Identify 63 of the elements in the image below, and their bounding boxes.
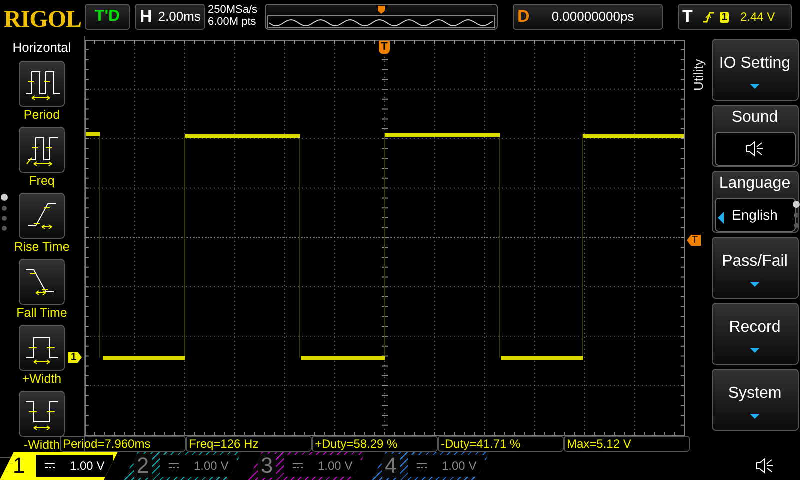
delay-value: 0.00000000ps (552, 8, 634, 26)
down-arrow-icon (750, 414, 760, 418)
down-arrow-icon (750, 84, 760, 88)
dc-coupling-icon (416, 462, 428, 470)
speaker-icon[interactable] (756, 458, 774, 474)
channel-marker: 1 (68, 352, 82, 363)
channel-scale: 1.00 V (442, 458, 477, 475)
trigger-level: 2.44 V (740, 9, 776, 26)
menu-label: Period (24, 106, 60, 122)
menu-button[interactable]: Sound (712, 105, 798, 167)
trigger-label: T (682, 6, 694, 28)
speaker-icon (746, 141, 764, 157)
left-arrow-icon (718, 212, 724, 224)
measurement-readout: +Duty=58.29 % (312, 436, 438, 452)
measurement-readout: Freq=126 Hz (186, 436, 312, 452)
channel-number: 3 (258, 454, 276, 478)
menu-label: Fall Time (16, 304, 68, 320)
menu-button[interactable]: IO Setting (712, 39, 798, 101)
sample-rate: 250MSa/s (208, 4, 258, 16)
channel-tab[interactable]: 3 1.00 V (248, 452, 366, 480)
menu-button[interactable] (19, 60, 65, 106)
delay-label: D (516, 6, 531, 28)
channel-scale: 1.00 V (194, 458, 229, 475)
trigger-position-marker: T (379, 41, 390, 54)
dc-coupling-icon (44, 462, 56, 470)
measurement-readout: Max=5.12 V (564, 436, 690, 452)
channel-tab[interactable]: 2 1.00 V (124, 452, 242, 480)
menu-label: +Width (22, 370, 62, 386)
channel-tab[interactable]: 1 1.00 V (0, 452, 118, 480)
memory-depth: 6.00M pts (208, 16, 258, 28)
menu-button[interactable]: Record (712, 303, 798, 365)
dc-coupling-icon (292, 462, 304, 470)
timebase-label: H (139, 6, 154, 28)
menu-button[interactable]: System (712, 369, 798, 431)
run-status: T'D (85, 4, 130, 30)
channel-scale: 1.00 V (318, 458, 353, 475)
menu-label: Rise Time (14, 238, 70, 254)
down-arrow-icon (750, 282, 760, 286)
down-arrow-icon (750, 348, 760, 352)
timebase-value: 2.00ms (158, 8, 201, 26)
channel-tab[interactable]: 4 1.00 V (372, 452, 490, 480)
menu-button[interactable] (19, 258, 65, 304)
trigger-source: 1 (720, 12, 730, 22)
menu-button[interactable]: Pass/Fail (712, 237, 798, 299)
trigger-level-marker: T (687, 235, 701, 246)
channel-number: 4 (382, 454, 400, 478)
dc-coupling-icon (168, 462, 180, 470)
menu-label: -Width (24, 436, 60, 452)
channel-number: 2 (134, 454, 152, 478)
menu-button[interactable]: Language English (712, 171, 798, 233)
rising-edge-icon (702, 10, 715, 24)
menu-button[interactable] (19, 126, 65, 172)
menu-button[interactable] (19, 324, 65, 370)
channel-number: 1 (12, 454, 26, 478)
channel-scale: 1.00 V (70, 458, 105, 475)
menu-button[interactable] (19, 390, 65, 436)
menu-title: Horizontal (12, 39, 72, 57)
menu-label: Freq (29, 172, 55, 188)
menu-title: Utility (690, 58, 707, 93)
measurement-readout: Period=7.960ms (60, 436, 186, 452)
measurement-readout: -Duty=41.71 % (438, 436, 564, 452)
menu-button[interactable] (19, 192, 65, 238)
logo: RIGOL (4, 6, 80, 35)
